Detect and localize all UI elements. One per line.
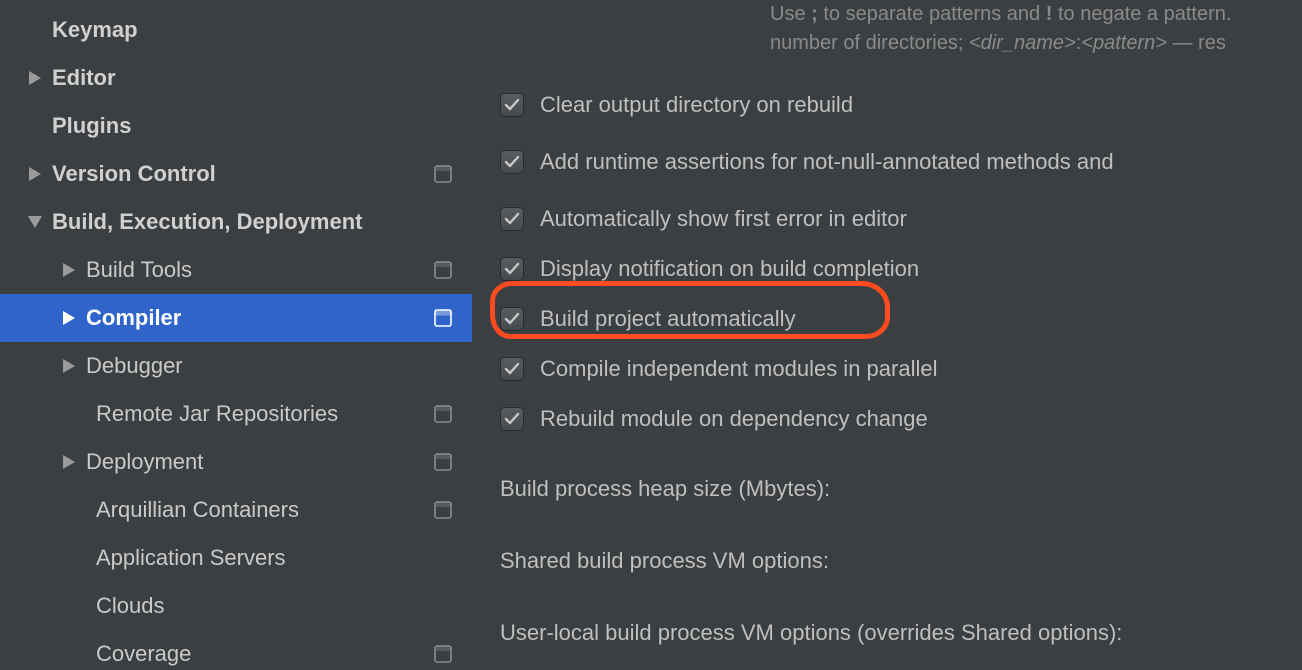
check-show-first-error[interactable]: Automatically show first error in editor bbox=[500, 194, 1302, 244]
sidebar-label: Arquillian Containers bbox=[96, 497, 428, 523]
sidebar-item-remote-jar[interactable]: Remote Jar Repositories bbox=[0, 390, 472, 438]
sidebar-item-app-servers[interactable]: Application Servers bbox=[0, 534, 472, 582]
hint-dirname: <dir_name> bbox=[969, 32, 1076, 54]
hint-text: Use bbox=[770, 3, 811, 25]
check-clear-output[interactable]: Clear output directory on rebuild bbox=[500, 80, 1302, 130]
check-label: Compile independent modules in parallel bbox=[540, 356, 937, 382]
check-rebuild-dependency[interactable]: Rebuild module on dependency change bbox=[500, 394, 1302, 444]
sidebar-item-plugins[interactable]: Plugins bbox=[0, 102, 472, 150]
expand-right-icon[interactable] bbox=[60, 263, 78, 277]
sidebar-label: Keymap bbox=[52, 17, 472, 43]
project-scope-icon bbox=[428, 165, 458, 183]
sidebar-label: Clouds bbox=[96, 593, 472, 619]
sidebar-item-debugger[interactable]: Debugger bbox=[0, 342, 472, 390]
sidebar-label: Editor bbox=[52, 65, 472, 91]
hint-text: to negate a pattern. bbox=[1052, 3, 1231, 25]
project-scope-icon bbox=[428, 453, 458, 471]
project-scope-icon bbox=[428, 645, 458, 663]
sidebar-label: Application Servers bbox=[96, 545, 472, 571]
hint-pattern: <pattern> bbox=[1081, 32, 1167, 54]
sidebar-item-compiler[interactable]: Compiler bbox=[0, 294, 472, 342]
check-label: Clear output directory on rebuild bbox=[540, 92, 853, 118]
sidebar-label: Build Tools bbox=[86, 257, 428, 283]
hint-text: to separate patterns and bbox=[818, 3, 1046, 25]
sidebar-label: Remote Jar Repositories bbox=[96, 401, 428, 427]
label-user-vm: User-local build process VM options (ove… bbox=[500, 606, 1302, 660]
pattern-hint: Use ; to separate patterns and ! to nega… bbox=[500, 0, 1302, 58]
sidebar-label: Build, Execution, Deployment bbox=[52, 209, 472, 235]
sidebar-item-coverage[interactable]: Coverage bbox=[0, 630, 472, 670]
checkbox-checked-icon[interactable] bbox=[500, 307, 524, 331]
sidebar-item-clouds[interactable]: Clouds bbox=[0, 582, 472, 630]
expand-right-icon[interactable] bbox=[26, 167, 44, 181]
checkbox-checked-icon[interactable] bbox=[500, 407, 524, 431]
checkbox-checked-icon[interactable] bbox=[500, 150, 524, 174]
checkbox-checked-icon[interactable] bbox=[500, 93, 524, 117]
check-compile-parallel[interactable]: Compile independent modules in parallel bbox=[500, 344, 1302, 394]
sidebar-label: Coverage bbox=[96, 641, 428, 667]
sidebar-item-editor[interactable]: Editor bbox=[0, 54, 472, 102]
check-build-automatically[interactable]: Build project automatically bbox=[500, 294, 1302, 344]
check-display-notification[interactable]: Display notification on build completion bbox=[500, 244, 1302, 294]
sidebar-label: Compiler bbox=[86, 305, 428, 331]
project-scope-icon bbox=[428, 405, 458, 423]
hint-text: number of directories; bbox=[770, 32, 969, 54]
check-label: Rebuild module on dependency change bbox=[540, 406, 928, 432]
expand-right-icon[interactable] bbox=[26, 71, 44, 85]
check-label: Add runtime assertions for not-null-anno… bbox=[540, 149, 1114, 175]
project-scope-icon bbox=[428, 261, 458, 279]
check-label: Display notification on build completion bbox=[540, 256, 919, 282]
expand-right-icon[interactable] bbox=[60, 311, 78, 325]
hint-text: — res bbox=[1167, 32, 1226, 54]
hint-semicolon: ; bbox=[811, 3, 818, 25]
settings-content: Use ; to separate patterns and ! to nega… bbox=[472, 0, 1302, 670]
project-scope-icon bbox=[428, 501, 458, 519]
expand-right-icon[interactable] bbox=[60, 455, 78, 469]
sidebar-item-build-tools[interactable]: Build Tools bbox=[0, 246, 472, 294]
expand-right-icon[interactable] bbox=[60, 359, 78, 373]
check-runtime-assertions[interactable]: Add runtime assertions for not-null-anno… bbox=[500, 130, 1302, 194]
sidebar-label: Debugger bbox=[86, 353, 472, 379]
settings-sidebar: Keymap Editor Plugins Version Control bbox=[0, 0, 472, 670]
check-label: Build project automatically bbox=[540, 306, 796, 332]
checkbox-checked-icon[interactable] bbox=[500, 257, 524, 281]
label-shared-vm: Shared build process VM options: bbox=[500, 534, 1302, 588]
sidebar-label: Deployment bbox=[86, 449, 428, 475]
sidebar-item-build-execution-deployment[interactable]: Build, Execution, Deployment bbox=[0, 198, 472, 246]
sidebar-item-version-control[interactable]: Version Control bbox=[0, 150, 472, 198]
sidebar-item-arquillian[interactable]: Arquillian Containers bbox=[0, 486, 472, 534]
sidebar-item-keymap[interactable]: Keymap bbox=[0, 6, 472, 54]
sidebar-label: Plugins bbox=[52, 113, 472, 139]
label-heap-size: Build process heap size (Mbytes): bbox=[500, 462, 1302, 516]
check-label: Automatically show first error in editor bbox=[540, 206, 907, 232]
project-scope-icon bbox=[428, 309, 458, 327]
expand-down-icon[interactable] bbox=[26, 216, 44, 228]
checkbox-checked-icon[interactable] bbox=[500, 357, 524, 381]
checkbox-checked-icon[interactable] bbox=[500, 207, 524, 231]
sidebar-label: Version Control bbox=[52, 161, 428, 187]
sidebar-item-deployment[interactable]: Deployment bbox=[0, 438, 472, 486]
